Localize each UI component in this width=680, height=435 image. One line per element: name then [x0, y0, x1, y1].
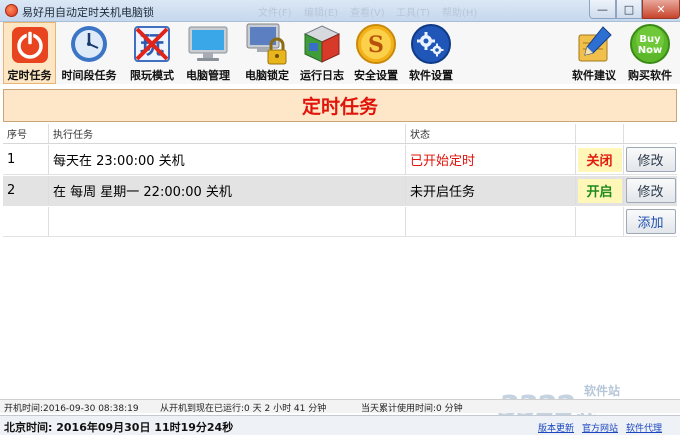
minimize-button[interactable]: —: [589, 0, 616, 19]
row-toggle-cell: 关闭: [576, 145, 624, 174]
toolbar-label: 定时任务: [7, 69, 52, 82]
row-task: [49, 207, 406, 236]
watermark-tag: 软件站: [584, 384, 621, 398]
toolbar-item-scheduled-task[interactable]: 定时任务: [3, 22, 56, 84]
toolbar-item-time-period[interactable]: 时间段任务: [58, 22, 120, 84]
gear-icon: [408, 22, 454, 66]
toolbar-item-run-log[interactable]: 运行日志: [296, 22, 348, 84]
toolbar-label: 运行日志: [300, 69, 344, 82]
ghost-menu-tools: 工具(T): [396, 8, 430, 19]
ghost-menu-help: 帮助(H): [442, 8, 478, 19]
row-action-cell: 修改: [624, 176, 677, 205]
row-task: 在 每周 星期一 22:00:00 关机: [49, 176, 406, 205]
ghost-menu-file: 文件(F): [258, 8, 292, 19]
power-icon: [7, 23, 53, 66]
software-agent-link[interactable]: 软件代理: [626, 421, 662, 434]
status-bar-clock: 北京时间: 2016年09月30日 11时19分24秒 版本更新 官方网站 软件…: [0, 415, 680, 435]
row-index: 2: [3, 176, 49, 205]
main-toolbar: 定时任务 时间段任务 玩 限玩模式: [0, 22, 680, 84]
row-task: 每天在 23:00:00 关机: [49, 145, 406, 174]
toolbar-label: 购买软件: [628, 69, 672, 82]
monitor-icon: [185, 22, 231, 66]
clock-icon: [66, 22, 112, 66]
column-header-task: 执行任务: [49, 124, 406, 143]
toolbar-item-play-limit[interactable]: 玩 限玩模式: [124, 22, 180, 84]
uptime-text: 从开机到现在已运行:0 天 2 小时 41 分钟: [160, 404, 327, 414]
toolbar-item-buy-software[interactable]: Buy Now 购买软件: [622, 22, 678, 84]
toolbar-item-computer-manage[interactable]: 电脑管理: [181, 22, 235, 84]
table-row[interactable]: 1 每天在 23:00:00 关机 已开始定时 关闭 修改: [3, 145, 677, 175]
svg-text:Buy: Buy: [639, 34, 661, 45]
row-index: [3, 207, 49, 236]
row-action-cell: 修改: [624, 145, 677, 174]
toolbar-label: 软件建议: [572, 69, 616, 82]
usage-today-text: 当天累计使用时间:0 分钟: [361, 404, 463, 414]
table-row[interactable]: 2 在 每周 星期一 22:00:00 关机 未开启任务 开启 修改: [3, 176, 677, 206]
title-bar: 易好用自动定时关机电脑锁 文件(F) 编辑(E) 查看(V) 工具(T) 帮助(…: [0, 0, 680, 22]
enable-task-button[interactable]: 开启: [577, 178, 622, 203]
toolbar-label: 软件设置: [409, 69, 453, 82]
toolbar-label: 安全设置: [354, 69, 398, 82]
edit-task-button[interactable]: 修改: [625, 178, 676, 203]
add-task-button[interactable]: 添加: [625, 209, 676, 234]
pen-notebook-icon: [571, 22, 617, 66]
table-row-empty: 添加: [3, 207, 677, 237]
lock-computer-icon: [244, 22, 290, 66]
column-header-action: [624, 124, 677, 143]
boot-time-text: 开机时间:2016-09-30 08:38:19: [4, 404, 139, 414]
page-title-banner: 定时任务: [3, 89, 677, 122]
ghost-menu-view: 查看(V): [350, 8, 385, 19]
security-s-icon: S: [353, 22, 399, 66]
toolbar-item-suggestion[interactable]: 软件建议: [567, 22, 621, 84]
app-power-icon: [5, 4, 18, 17]
svg-text:Now: Now: [638, 45, 662, 56]
toolbar-item-software-settings[interactable]: 软件设置: [404, 22, 458, 84]
maximize-button[interactable]: □: [616, 0, 642, 19]
row-action-cell: 添加: [624, 207, 677, 236]
column-header-status: 状态: [406, 124, 576, 143]
play-limit-icon: 玩: [129, 22, 175, 66]
buy-now-icon: Buy Now: [627, 22, 673, 66]
current-time-text: 北京时间: 2016年09月30日 11时19分24秒: [4, 421, 234, 434]
toolbar-label: 电脑锁定: [245, 69, 289, 82]
svg-text:S: S: [368, 32, 384, 58]
page-title: 定时任务: [301, 96, 378, 118]
toolbar-item-security-settings[interactable]: S 安全设置: [350, 22, 402, 84]
version-update-link[interactable]: 版本更新: [538, 421, 574, 434]
edit-task-button[interactable]: 修改: [625, 147, 676, 172]
toolbar-label: 时间段任务: [61, 69, 117, 82]
row-index: 1: [3, 145, 49, 174]
toolbar-item-computer-lock[interactable]: 电脑锁定: [240, 22, 294, 84]
close-button[interactable]: ✕: [642, 0, 680, 19]
ghost-menu-edit: 编辑(E): [304, 8, 339, 19]
log-cube-icon: [299, 22, 345, 66]
row-toggle-cell: [576, 207, 624, 236]
table-header: 序号 执行任务 状态: [3, 124, 677, 144]
column-header-toggle: [576, 124, 624, 143]
window-title: 易好用自动定时关机电脑锁: [22, 6, 154, 19]
official-site-link[interactable]: 官方网站: [582, 421, 618, 434]
row-status: 未开启任务: [406, 176, 576, 205]
row-toggle-cell: 开启: [576, 176, 624, 205]
toolbar-label: 电脑管理: [186, 69, 230, 82]
status-bar-info: 开机时间:2016-09-30 08:38:19 从开机到现在已运行:0 天 2…: [0, 399, 680, 414]
row-status: 已开始定时: [406, 145, 576, 174]
row-status: [406, 207, 576, 236]
disable-task-button[interactable]: 关闭: [577, 147, 622, 172]
toolbar-label: 限玩模式: [130, 69, 174, 82]
column-header-index: 序号: [3, 124, 49, 143]
